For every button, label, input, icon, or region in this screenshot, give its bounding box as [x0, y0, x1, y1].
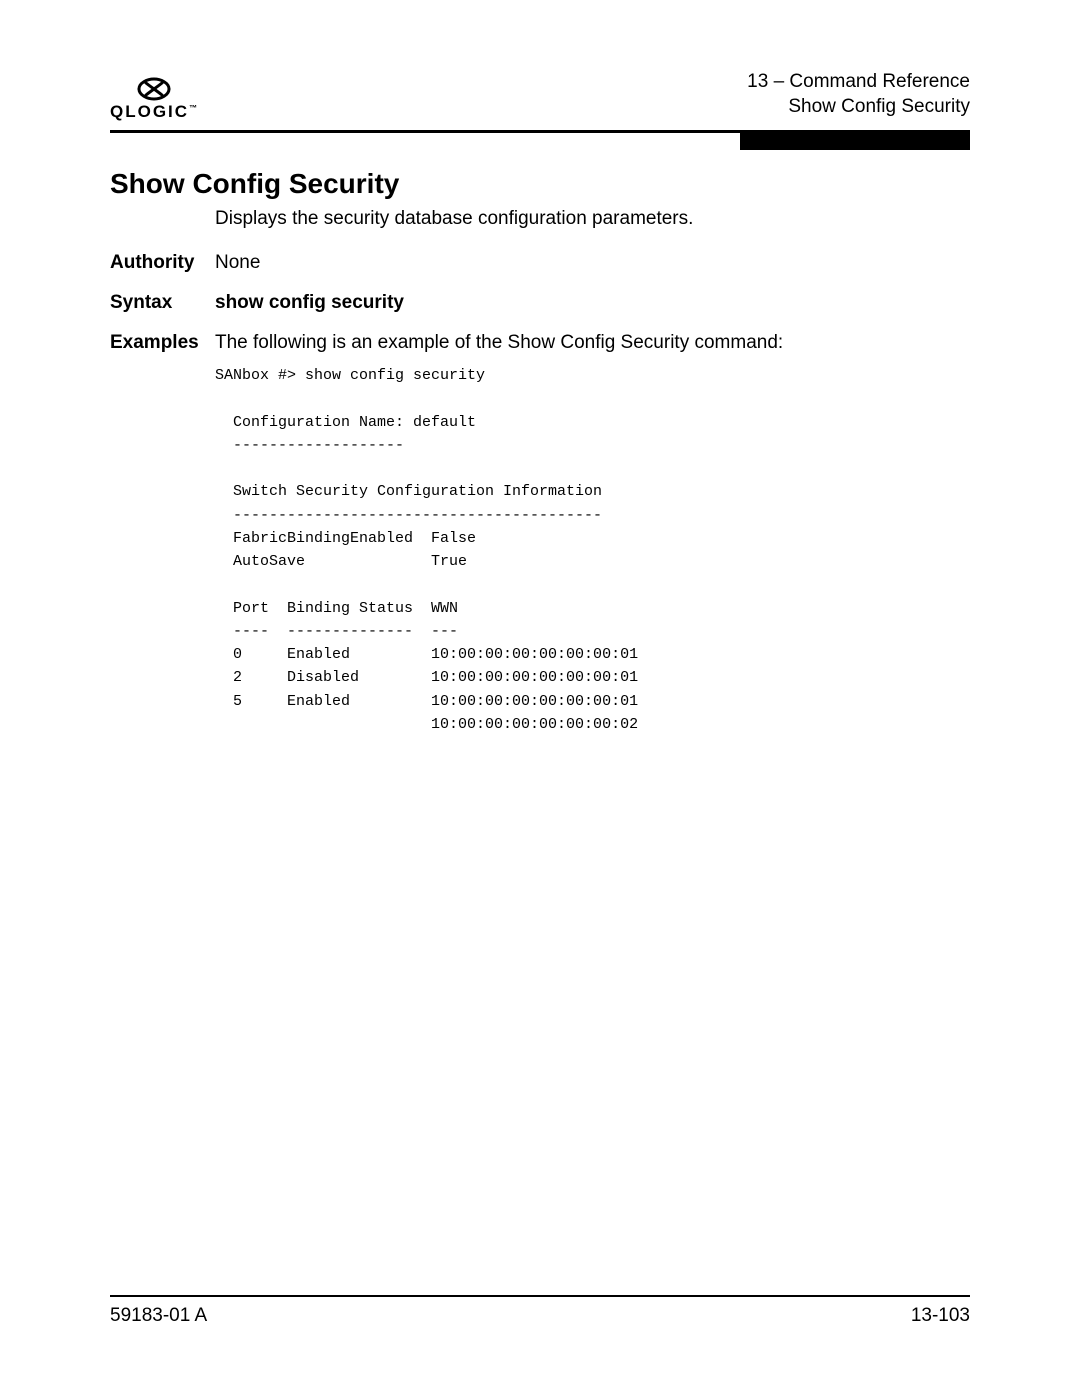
footer-row: 59183-01 A 13-103 [110, 1305, 970, 1327]
footer-page-num: 13-103 [911, 1305, 970, 1327]
thumb-tab [740, 133, 970, 150]
header-right: 13 – Command Reference Show Config Secur… [747, 69, 970, 120]
syntax-label: Syntax [110, 292, 215, 314]
examples-label: Examples [110, 332, 215, 354]
page-header: QLOGIC™ 13 – Command Reference Show Conf… [110, 60, 970, 120]
page-subtitle: Displays the security database configura… [215, 208, 970, 230]
qlogic-logo-text: QLOGIC™ [110, 103, 197, 120]
syntax-row: Syntax show config security [110, 292, 970, 314]
authority-value: None [215, 252, 970, 274]
footer-rule [110, 1295, 970, 1297]
qlogic-logo: QLOGIC™ [110, 77, 197, 120]
terminal-output: SANbox #> show config security Configura… [215, 364, 970, 736]
authority-label: Authority [110, 252, 215, 274]
page-title: Show Config Security [110, 168, 970, 200]
page: QLOGIC™ 13 – Command Reference Show Conf… [0, 0, 1080, 1397]
footer-doc-id: 59183-01 A [110, 1305, 207, 1327]
syntax-value: show config security [215, 292, 970, 314]
examples-row: Examples The following is an example of … [110, 332, 970, 360]
page-footer: 59183-01 A 13-103 [110, 1295, 970, 1327]
qlogic-logo-icon [133, 77, 175, 101]
header-chapter: 13 – Command Reference [747, 69, 970, 95]
header-section: Show Config Security [747, 94, 970, 120]
example-block: SANbox #> show config security Configura… [215, 364, 970, 736]
examples-intro: The following is an example of the Show … [215, 332, 970, 354]
content: Show Config Security Displays the securi… [110, 168, 970, 736]
authority-row: Authority None [110, 252, 970, 274]
